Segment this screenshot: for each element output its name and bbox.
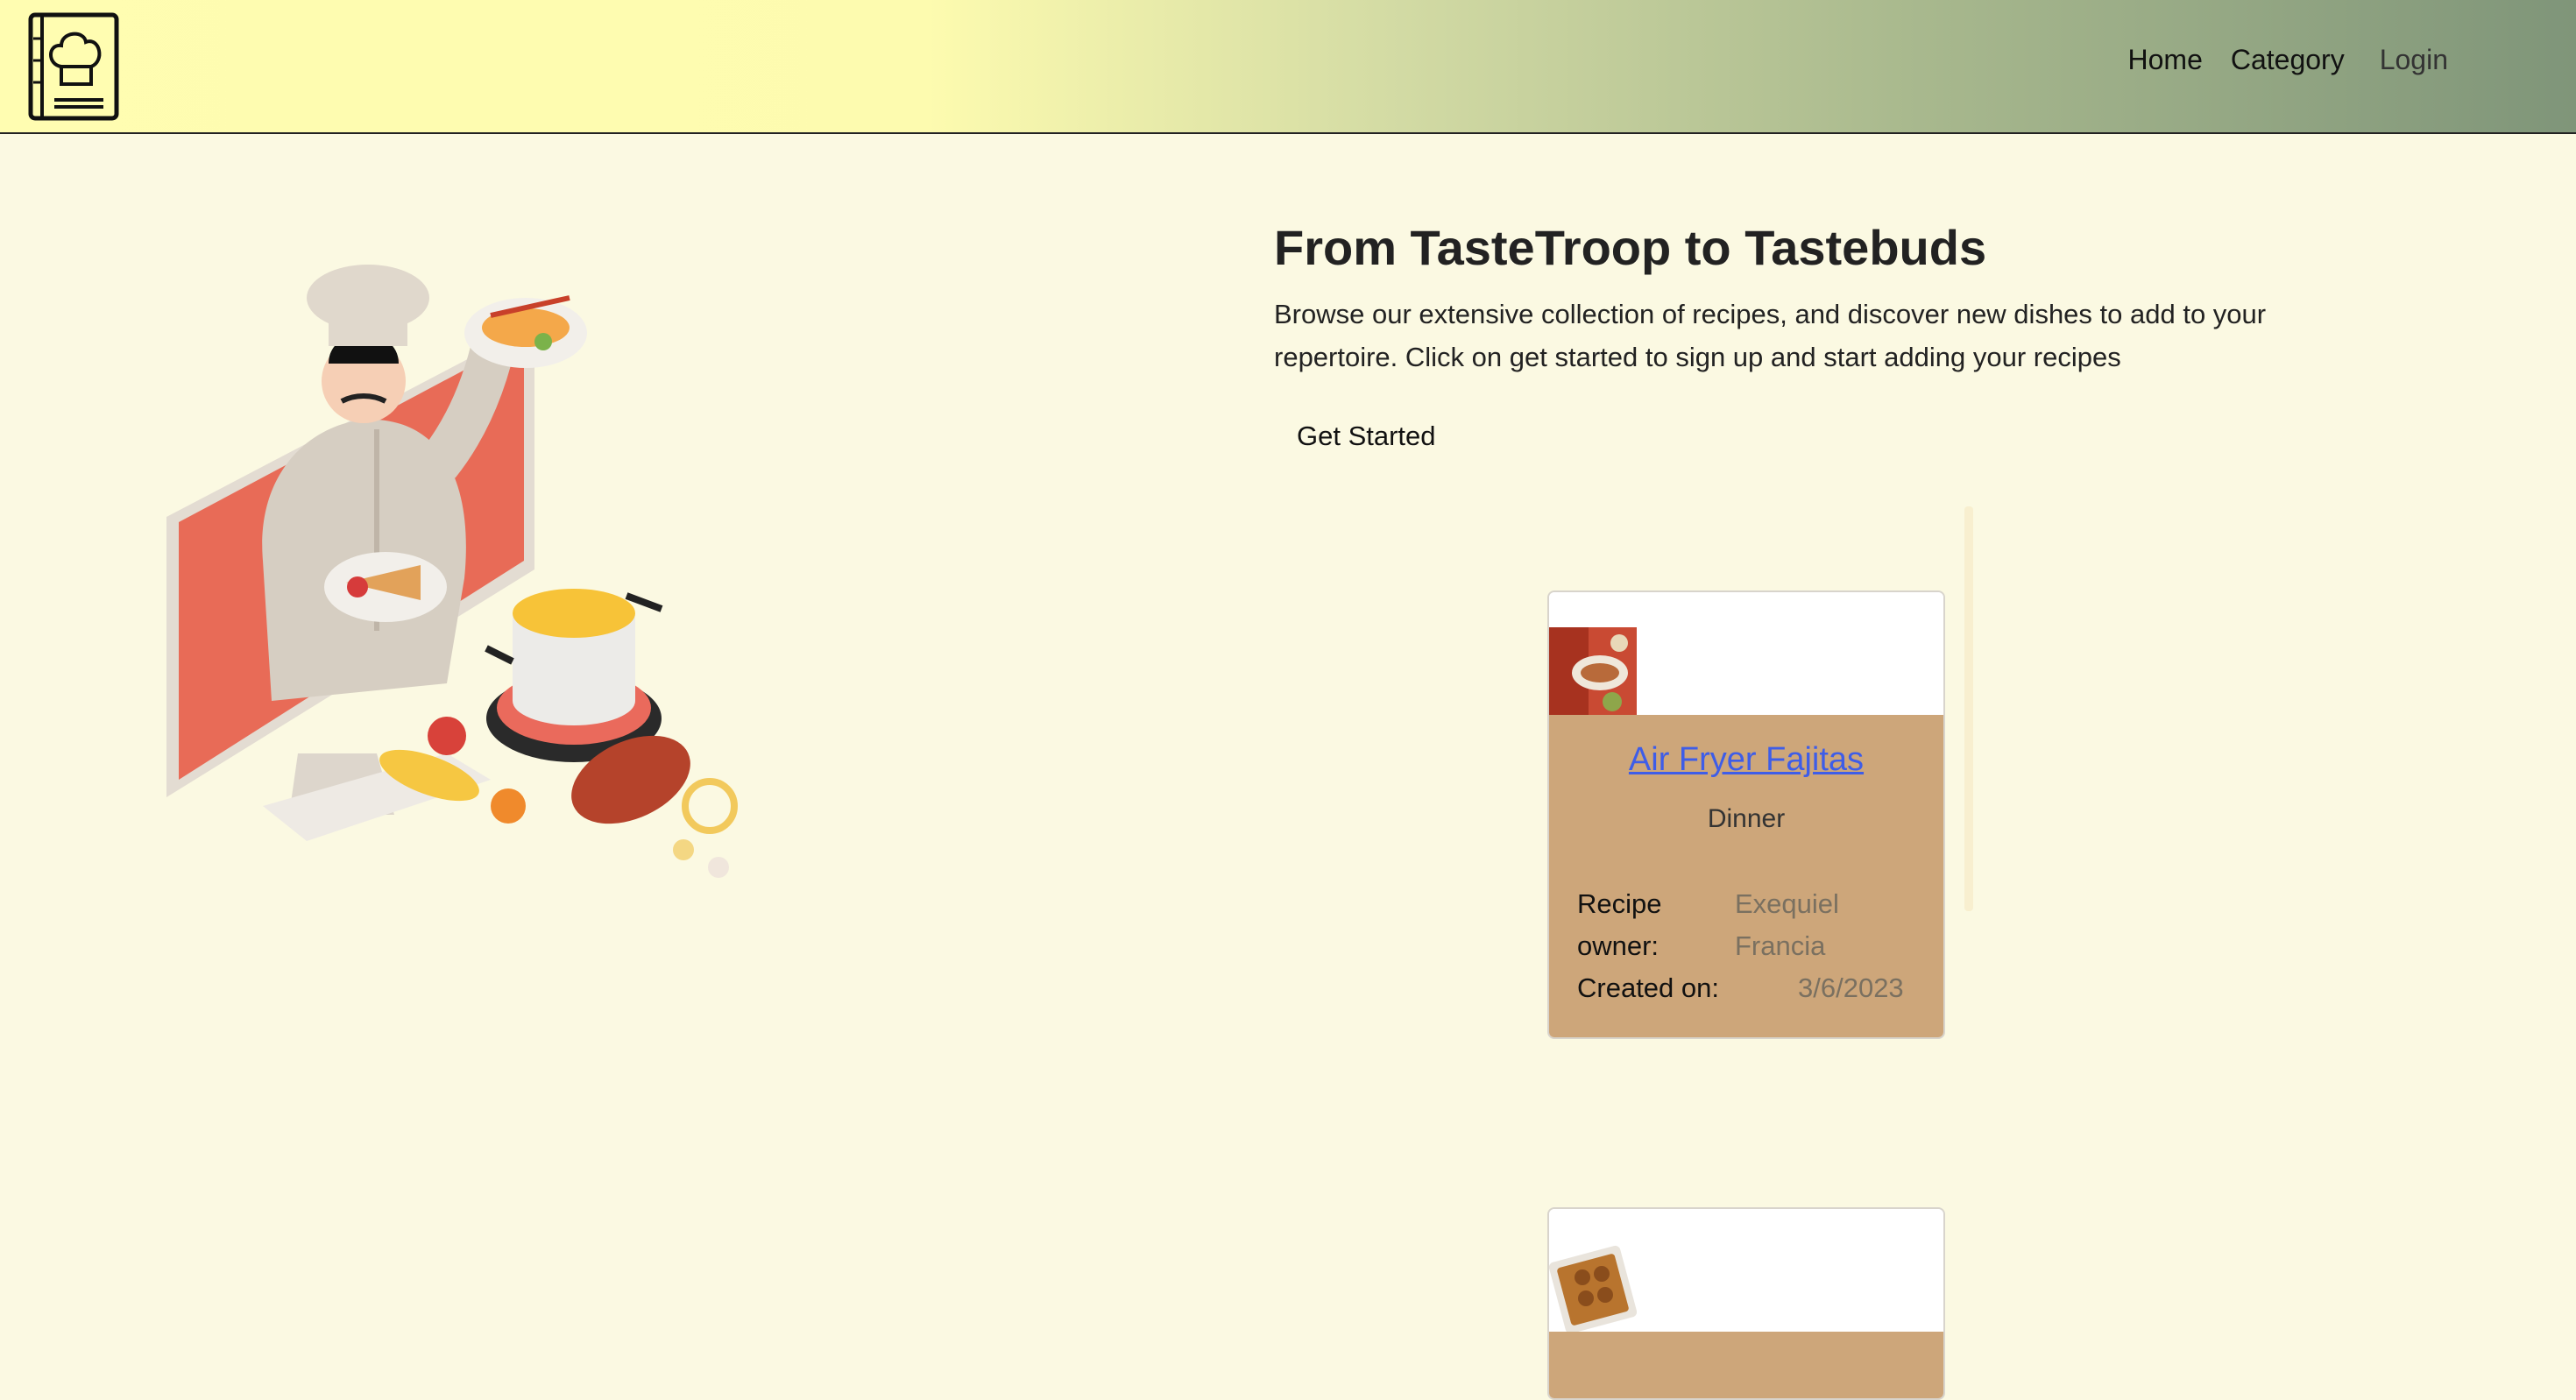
chef-illustration [166, 265, 738, 878]
get-started-button[interactable]: Get Started [1297, 421, 1436, 452]
recipe-card-header [1549, 1209, 1943, 1332]
recipe-title-link[interactable]: Air Fryer Fajitas [1549, 741, 1943, 779]
recipe-card-body [1549, 1332, 1943, 1398]
recipe-created-label: Created on: [1577, 972, 1719, 1003]
recipe-owner-label-line1: Recipe [1577, 888, 1662, 919]
recipe-owner-last-name: Francia [1735, 930, 1826, 961]
recipe-category: Dinner [1707, 804, 1786, 833]
navbar: Home Category Login [0, 0, 2576, 134]
hero-title: From TasteTroop to Tastebuds [1274, 220, 1987, 275]
baked-dish-icon [1549, 1244, 1637, 1332]
recipe-card-body: Air Fryer Fajitas Dinner Recipe owner: E… [1549, 715, 1943, 1037]
recipe-card[interactable] [1547, 1207, 1945, 1400]
nav-category-link[interactable]: Category [2231, 44, 2345, 76]
nav-home-link[interactable]: Home [2128, 44, 2203, 76]
chef-cookbook-icon[interactable] [28, 12, 119, 121]
recipe-card[interactable]: Air Fryer Fajitas Dinner Recipe owner: E… [1547, 590, 1945, 1039]
recipe-owner-label-line2: owner: [1577, 930, 1660, 961]
nav-login-link[interactable]: Login [2380, 44, 2448, 76]
recipe-created-date: 3/6/2023 [1798, 972, 1904, 1003]
recipe-list-scrollbar[interactable] [1964, 506, 1973, 911]
fajitas-thumbnail-icon [1549, 627, 1637, 715]
hero-subtitle: Browse our extensive collection of recip… [1274, 299, 2267, 372]
nav-links: Home Category Login [2100, 44, 2449, 76]
recipe-owner-first-name: Exequiel [1735, 888, 1839, 919]
recipe-card-header [1549, 592, 1943, 715]
